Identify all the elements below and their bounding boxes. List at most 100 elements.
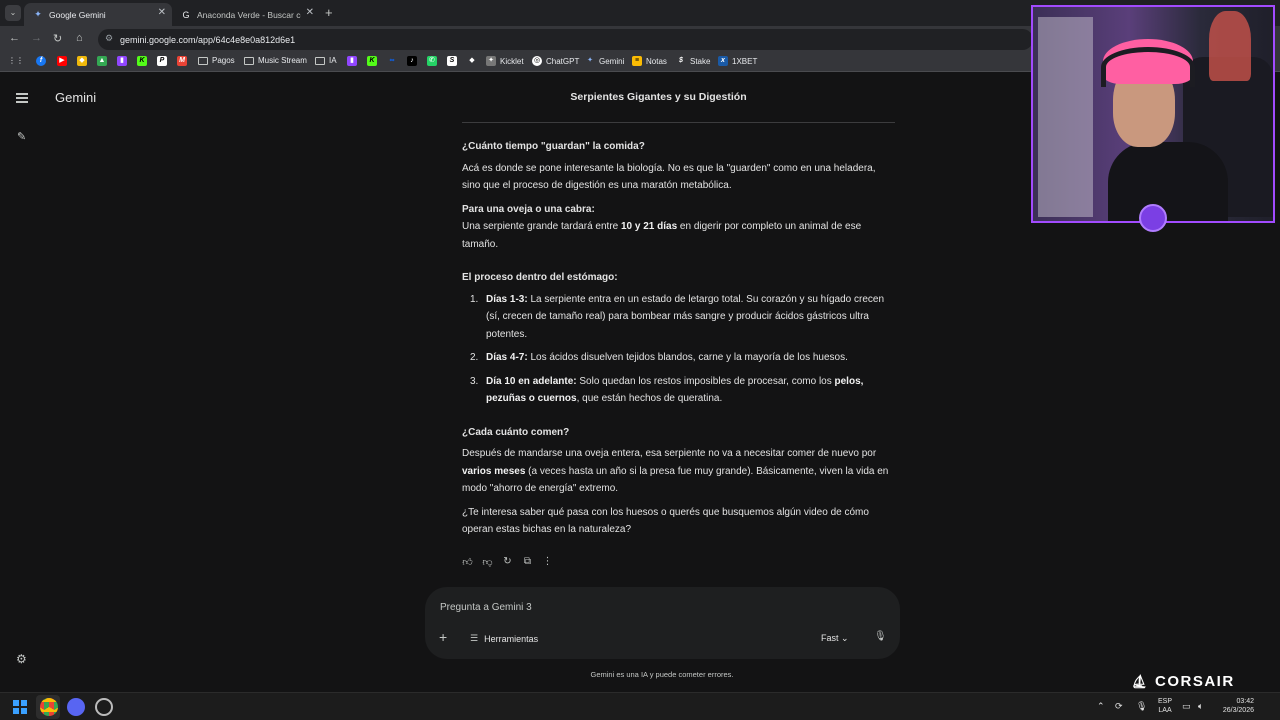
whatsapp-icon: ✆: [427, 56, 437, 66]
bookmark-folder-ia[interactable]: IA: [315, 56, 337, 65]
new-tab-button[interactable]: +: [325, 5, 333, 20]
bookmark-tiktok[interactable]: ♪: [407, 56, 421, 66]
title-divider: [462, 122, 895, 123]
bookmark-twitch-2[interactable]: ▮: [347, 56, 361, 66]
back-icon[interactable]: ←: [9, 32, 20, 44]
thumbs-up-icon[interactable]: 👍︎: [462, 556, 473, 570]
chrome-icon[interactable]: [40, 698, 58, 716]
bookmark-kicklet[interactable]: ✦ Kicklet: [486, 56, 524, 66]
sponsor-logo: ⛵︎ CORSAIR: [1131, 673, 1235, 690]
tray-network-icon[interactable]: ▭: [1182, 701, 1191, 712]
thumbs-down-icon[interactable]: 👎︎: [482, 556, 493, 570]
copy-icon[interactable]: ⧉: [522, 556, 533, 570]
home-icon[interactable]: ⌂: [76, 32, 83, 44]
bookmark-gmail[interactable]: M: [177, 56, 191, 66]
windows-start-icon[interactable]: [13, 700, 27, 714]
add-attachment-icon[interactable]: +: [439, 629, 447, 645]
tab-google-gemini[interactable]: ✦ Google Gemini ✕: [24, 3, 172, 26]
response-paragraph: ¿Te interesa saber qué pasa con los hues…: [462, 506, 869, 536]
response-subheading: Para una oveja o una cabra:: [462, 203, 595, 215]
folder-icon: [198, 56, 208, 65]
facebook-icon: f: [36, 56, 46, 66]
prompt-input[interactable]: Pregunta a Gemini 3: [440, 602, 532, 613]
corsair-sails-icon: ⛵︎: [1131, 673, 1150, 689]
bookmark-binance[interactable]: ◆: [77, 56, 91, 66]
stripe-icon: S: [447, 56, 457, 66]
model-selector[interactable]: Fast ⌄: [821, 633, 849, 644]
tab-title: Anaconda Verde - Buscar con G: [197, 9, 301, 20]
bookmark-whatsapp[interactable]: ✆: [427, 56, 441, 66]
bookmark-stripe[interactable]: S: [447, 56, 461, 66]
bookmark-youtube[interactable]: ▶: [57, 56, 71, 66]
apps-icon[interactable]: ⋮⋮: [8, 56, 24, 65]
gemini-icon: ✦: [34, 9, 42, 19]
menu-icon[interactable]: [16, 93, 28, 105]
language-indicator[interactable]: ESP LAA: [1158, 697, 1172, 715]
forward-icon[interactable]: →: [31, 32, 42, 44]
settings-app-icon[interactable]: [95, 698, 113, 716]
reload-icon[interactable]: ↻: [53, 32, 62, 45]
tray-chevron-icon[interactable]: ⌃: [1097, 701, 1105, 712]
discord-icon[interactable]: [67, 698, 85, 716]
tray-volume-icon[interactable]: 🔈︎: [1198, 701, 1203, 712]
site-info-icon[interactable]: ⚙: [105, 33, 113, 44]
bookmark-kick-2[interactable]: K: [367, 56, 381, 66]
bookmark-notas[interactable]: ≡ Notas: [632, 56, 667, 66]
response-heading: ¿Cada cuánto comen?: [462, 426, 570, 438]
address-bar[interactable]: ⚙ gemini.google.com/app/64c4e8e0a812d6e1: [98, 29, 1033, 50]
bookmark-gemini[interactable]: ✦ Gemini: [585, 56, 624, 66]
bookmark-1xbet[interactable]: x 1XBET: [718, 56, 757, 66]
chatgpt-icon: ◎: [532, 56, 542, 66]
bookmark-stake[interactable]: $ Stake: [676, 56, 710, 66]
prompt-input-box[interactable]: Pregunta a Gemini 3 + ☰ Herramientas Fast…: [425, 587, 900, 659]
kick-icon: K: [137, 56, 147, 66]
tray-sync-icon[interactable]: ⟳: [1115, 701, 1123, 712]
twitch-icon: ▮: [117, 56, 127, 66]
bookmark-meta[interactable]: ∞: [387, 56, 401, 66]
response-paragraph: Después de mandarse una oveja entera, es…: [462, 448, 889, 494]
gmail-icon: M: [177, 56, 187, 66]
digestion-steps-list: 1. Días 1-3: La serpiente entra en un est…: [462, 291, 894, 408]
drive-icon: ▲: [97, 56, 107, 66]
bookmark-green[interactable]: ▲: [97, 56, 111, 66]
meta-icon: ∞: [389, 57, 395, 64]
tab-anaconda-search[interactable]: G Anaconda Verde - Buscar con G ✕: [172, 3, 320, 26]
chat-title[interactable]: Serpientes Gigantes y su Digestión: [462, 91, 855, 103]
regenerate-icon[interactable]: ↻: [502, 556, 513, 570]
bookmark-folder-music-stream[interactable]: Music Stream: [244, 56, 307, 65]
patreon-icon: P: [157, 56, 167, 66]
diamond-icon: ◆: [469, 57, 475, 64]
chevron-down-icon: ⌄: [841, 633, 849, 643]
close-tab-icon[interactable]: ✕: [306, 7, 314, 18]
bookmark-folder-pagos[interactable]: Pagos: [198, 56, 235, 65]
bookmark-diamond[interactable]: ◆: [467, 56, 481, 66]
url-text: gemini.google.com/app/64c4e8e0a812d6e1: [120, 34, 296, 45]
bookmark-facebook[interactable]: f: [36, 56, 50, 66]
new-chat-icon[interactable]: ✎: [17, 130, 26, 143]
more-options-icon[interactable]: ⋮: [542, 556, 553, 570]
bookmark-chatgpt[interactable]: ◎ ChatGPT: [532, 56, 579, 66]
list-item: 1. Días 1-3: La serpiente entra en un est…: [470, 293, 885, 340]
model-response: ¿Cuánto tiempo "guardan" la comida? Acá …: [462, 138, 894, 545]
kick-icon: K: [367, 56, 377, 66]
webcam-overlay: [1031, 5, 1275, 223]
close-tab-icon[interactable]: ✕: [158, 7, 166, 18]
bookmark-kick[interactable]: K: [137, 56, 151, 66]
tray-mic-icon[interactable]: 🎙︎: [1136, 701, 1147, 712]
disclaimer: Gemini es una IA y puede cometer errores…: [590, 670, 734, 679]
tools-button[interactable]: ☰ Herramientas: [470, 633, 538, 644]
list-item: 2. Días 4-7: Los ácidos disuelven tejidos…: [470, 352, 848, 363]
settings-gear-icon[interactable]: ⚙: [16, 652, 27, 666]
gemini-brand[interactable]: Gemini: [55, 90, 96, 105]
stake-icon: $: [679, 57, 683, 64]
system-clock[interactable]: 03:42 26/3/2026: [1216, 697, 1254, 715]
bookmark-twitch[interactable]: ▮: [117, 56, 131, 66]
tools-icon: ☰: [470, 633, 479, 643]
microphone-icon[interactable]: 🎙︎: [874, 631, 887, 642]
bookmark-patreon[interactable]: P: [157, 56, 171, 66]
response-heading: ¿Cuánto tiempo "guardan" la comida?: [462, 141, 645, 152]
list-item: 3. Día 10 en adelante: Solo quedan los re…: [470, 375, 864, 405]
tab-list-button[interactable]: ⌄: [5, 5, 21, 21]
tiktok-icon: ♪: [407, 56, 417, 66]
1xbet-icon: x: [718, 56, 728, 66]
